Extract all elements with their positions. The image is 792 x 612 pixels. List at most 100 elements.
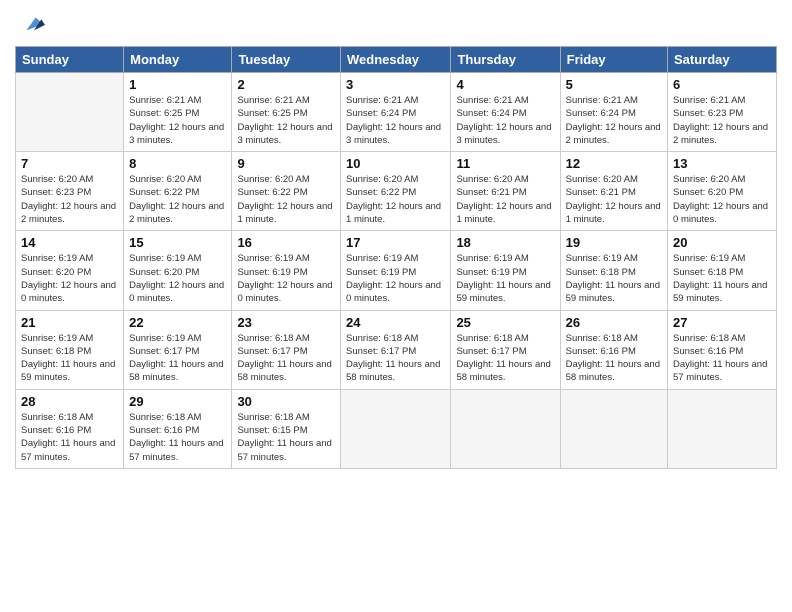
sunrise-text: Sunrise: 6:20 AM	[129, 173, 226, 186]
day-number: 24	[346, 315, 445, 330]
day-number: 29	[129, 394, 226, 409]
day-number: 11	[456, 156, 554, 171]
daylight-text: Daylight: 12 hours and 0 minutes.	[129, 279, 226, 306]
sunset-text: Sunset: 6:18 PM	[566, 266, 662, 279]
header	[15, 10, 777, 38]
calendar-week-2: 14Sunrise: 6:19 AMSunset: 6:20 PMDayligh…	[16, 231, 777, 310]
sunrise-text: Sunrise: 6:20 AM	[673, 173, 771, 186]
sunrise-text: Sunrise: 6:18 AM	[129, 411, 226, 424]
calendar-cell: 12Sunrise: 6:20 AMSunset: 6:21 PMDayligh…	[560, 152, 667, 231]
day-info: Sunrise: 6:18 AMSunset: 6:15 PMDaylight:…	[237, 411, 335, 464]
daylight-text: Daylight: 11 hours and 58 minutes.	[566, 358, 662, 385]
daylight-text: Daylight: 12 hours and 3 minutes.	[456, 121, 554, 148]
daylight-text: Daylight: 12 hours and 3 minutes.	[129, 121, 226, 148]
calendar-cell: 11Sunrise: 6:20 AMSunset: 6:21 PMDayligh…	[451, 152, 560, 231]
sunset-text: Sunset: 6:21 PM	[566, 186, 662, 199]
day-info: Sunrise: 6:19 AMSunset: 6:18 PMDaylight:…	[673, 252, 771, 305]
day-info: Sunrise: 6:18 AMSunset: 6:16 PMDaylight:…	[129, 411, 226, 464]
day-info: Sunrise: 6:18 AMSunset: 6:16 PMDaylight:…	[566, 332, 662, 385]
calendar-cell	[560, 389, 667, 468]
sunrise-text: Sunrise: 6:20 AM	[237, 173, 335, 186]
calendar-table: SundayMondayTuesdayWednesdayThursdayFrid…	[15, 46, 777, 469]
daylight-text: Daylight: 12 hours and 2 minutes.	[21, 200, 118, 227]
sunrise-text: Sunrise: 6:18 AM	[566, 332, 662, 345]
sunset-text: Sunset: 6:19 PM	[237, 266, 335, 279]
sunrise-text: Sunrise: 6:18 AM	[456, 332, 554, 345]
calendar-cell: 24Sunrise: 6:18 AMSunset: 6:17 PMDayligh…	[341, 310, 451, 389]
calendar-cell: 23Sunrise: 6:18 AMSunset: 6:17 PMDayligh…	[232, 310, 341, 389]
day-info: Sunrise: 6:21 AMSunset: 6:24 PMDaylight:…	[346, 94, 445, 147]
day-info: Sunrise: 6:19 AMSunset: 6:17 PMDaylight:…	[129, 332, 226, 385]
calendar-cell: 7Sunrise: 6:20 AMSunset: 6:23 PMDaylight…	[16, 152, 124, 231]
logo-icon	[17, 10, 45, 38]
sunrise-text: Sunrise: 6:21 AM	[346, 94, 445, 107]
day-number: 26	[566, 315, 662, 330]
sunrise-text: Sunrise: 6:19 AM	[21, 332, 118, 345]
day-info: Sunrise: 6:21 AMSunset: 6:25 PMDaylight:…	[237, 94, 335, 147]
calendar-cell: 26 Sunrise: 6:18 AMSunset: 6:16 PMDayligh…	[560, 310, 667, 389]
day-info: Sunrise: 6:19 AMSunset: 6:19 PMDaylight:…	[237, 252, 335, 305]
daylight-text: Daylight: 11 hours and 57 minutes.	[21, 437, 118, 464]
day-info: Sunrise: 6:20 AMSunset: 6:22 PMDaylight:…	[346, 173, 445, 226]
calendar-cell: 4Sunrise: 6:21 AMSunset: 6:24 PMDaylight…	[451, 73, 560, 152]
day-info: Sunrise: 6:19 AMSunset: 6:20 PMDaylight:…	[129, 252, 226, 305]
sunrise-text: Sunrise: 6:19 AM	[346, 252, 445, 265]
calendar-cell	[16, 73, 124, 152]
calendar-cell	[341, 389, 451, 468]
column-header-monday: Monday	[124, 47, 232, 73]
calendar-cell: 22Sunrise: 6:19 AMSunset: 6:17 PMDayligh…	[124, 310, 232, 389]
sunset-text: Sunset: 6:17 PM	[456, 345, 554, 358]
sunrise-text: Sunrise: 6:19 AM	[21, 252, 118, 265]
calendar-cell: 27Sunrise: 6:18 AMSunset: 6:16 PMDayligh…	[668, 310, 777, 389]
daylight-text: Daylight: 12 hours and 1 minute.	[346, 200, 445, 227]
sunset-text: Sunset: 6:19 PM	[346, 266, 445, 279]
sunrise-text: Sunrise: 6:21 AM	[456, 94, 554, 107]
sunrise-text: Sunrise: 6:19 AM	[129, 252, 226, 265]
calendar-week-0: 1 Sunrise: 6:21 AMSunset: 6:25 PMDaylight…	[16, 73, 777, 152]
daylight-text: Daylight: 12 hours and 1 minute.	[456, 200, 554, 227]
day-number: 25	[456, 315, 554, 330]
calendar-cell: 17Sunrise: 6:19 AMSunset: 6:19 PMDayligh…	[341, 231, 451, 310]
calendar-cell: 14Sunrise: 6:19 AMSunset: 6:20 PMDayligh…	[16, 231, 124, 310]
daylight-text: Daylight: 12 hours and 2 minutes.	[566, 121, 662, 148]
day-number: 30	[237, 394, 335, 409]
sunset-text: Sunset: 6:24 PM	[566, 107, 662, 120]
sunrise-text: Sunrise: 6:20 AM	[346, 173, 445, 186]
page: SundayMondayTuesdayWednesdayThursdayFrid…	[0, 0, 792, 612]
sunrise-text: Sunrise: 6:21 AM	[673, 94, 771, 107]
day-number: 2	[237, 77, 335, 92]
daylight-text: Daylight: 12 hours and 3 minutes.	[346, 121, 445, 148]
sunrise-text: Sunrise: 6:18 AM	[346, 332, 445, 345]
sunset-text: Sunset: 6:23 PM	[21, 186, 118, 199]
day-info: Sunrise: 6:21 AMSunset: 6:24 PMDaylight:…	[456, 94, 554, 147]
sunset-text: Sunset: 6:16 PM	[566, 345, 662, 358]
calendar-cell: 16Sunrise: 6:19 AMSunset: 6:19 PMDayligh…	[232, 231, 341, 310]
daylight-text: Daylight: 11 hours and 57 minutes.	[673, 358, 771, 385]
day-number: 15	[129, 235, 226, 250]
day-number: 3	[346, 77, 445, 92]
sunset-text: Sunset: 6:22 PM	[129, 186, 226, 199]
sunrise-text: Sunrise: 6:18 AM	[673, 332, 771, 345]
day-info: Sunrise: 6:18 AMSunset: 6:17 PMDaylight:…	[237, 332, 335, 385]
daylight-text: Daylight: 11 hours and 59 minutes.	[456, 279, 554, 306]
sunrise-text: Sunrise: 6:20 AM	[21, 173, 118, 186]
daylight-text: Daylight: 11 hours and 58 minutes.	[346, 358, 445, 385]
day-info: Sunrise: 6:20 AMSunset: 6:20 PMDaylight:…	[673, 173, 771, 226]
day-number: 17	[346, 235, 445, 250]
daylight-text: Daylight: 11 hours and 58 minutes.	[237, 358, 335, 385]
sunset-text: Sunset: 6:16 PM	[129, 424, 226, 437]
column-header-wednesday: Wednesday	[341, 47, 451, 73]
day-number: 1	[129, 77, 226, 92]
sunrise-text: Sunrise: 6:20 AM	[566, 173, 662, 186]
day-info: Sunrise: 6:21 AMSunset: 6:23 PMDaylight:…	[673, 94, 771, 147]
daylight-text: Daylight: 11 hours and 57 minutes.	[237, 437, 335, 464]
day-number: 5	[566, 77, 662, 92]
day-info: Sunrise: 6:18 AMSunset: 6:16 PMDaylight:…	[673, 332, 771, 385]
calendar-cell: 5Sunrise: 6:21 AMSunset: 6:24 PMDaylight…	[560, 73, 667, 152]
calendar-cell: 15 Sunrise: 6:19 AMSunset: 6:20 PMDayligh…	[124, 231, 232, 310]
sunrise-text: Sunrise: 6:19 AM	[237, 252, 335, 265]
calendar-cell: 25Sunrise: 6:18 AMSunset: 6:17 PMDayligh…	[451, 310, 560, 389]
daylight-text: Daylight: 11 hours and 58 minutes.	[129, 358, 226, 385]
day-number: 13	[673, 156, 771, 171]
day-number: 21	[21, 315, 118, 330]
